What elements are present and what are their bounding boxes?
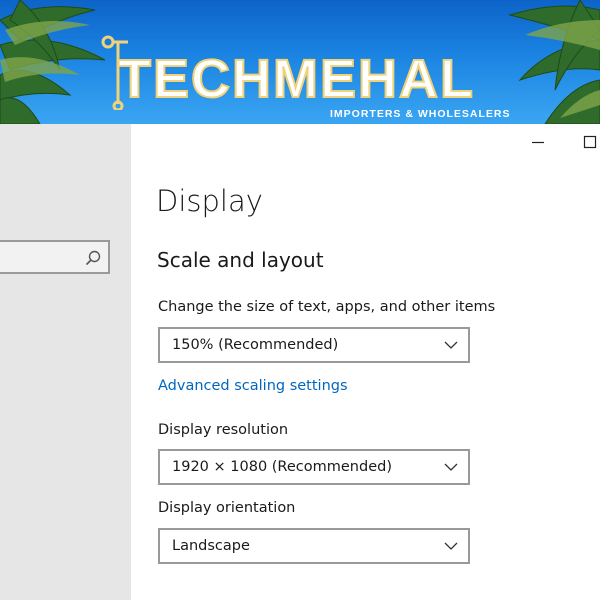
section-title: Scale and layout	[157, 248, 324, 272]
orientation-dropdown-value: Landscape	[172, 538, 250, 554]
orientation-label: Display orientation	[158, 500, 296, 516]
scale-label: Change the size of text, apps, and other…	[158, 299, 496, 315]
brand-banner: TECHMEHAL IMPORTERS & WHOLESALERS	[0, 0, 600, 124]
chevron-down-icon	[444, 341, 458, 349]
brand-logo-text: TECHMEHAL	[117, 49, 475, 109]
brand-tagline: IMPORTERS & WHOLESALERS	[330, 108, 511, 120]
search-input[interactable]	[4, 247, 84, 269]
resolution-dropdown-value: 1920 × 1080 (Recommended)	[172, 459, 392, 475]
screenshot-root: TECHMEHAL IMPORTERS & WHOLESALERS Displa…	[0, 0, 600, 600]
search-icon[interactable]	[84, 249, 102, 267]
resolution-label: Display resolution	[158, 422, 289, 438]
maximize-icon[interactable]	[580, 132, 600, 152]
search-box[interactable]	[0, 240, 110, 274]
scale-dropdown[interactable]: 150% (Recommended)	[158, 327, 470, 363]
resolution-dropdown[interactable]: 1920 × 1080 (Recommended)	[158, 449, 470, 485]
advanced-scaling-link[interactable]: Advanced scaling settings	[158, 378, 348, 394]
page-title: Display	[156, 184, 263, 218]
minimize-icon[interactable]	[528, 132, 548, 152]
orientation-dropdown[interactable]: Landscape	[158, 528, 470, 564]
chevron-down-icon	[444, 542, 458, 550]
scale-dropdown-value: 150% (Recommended)	[172, 337, 339, 353]
settings-content: Display Scale and layout Change the size…	[131, 124, 600, 600]
settings-sidebar	[0, 124, 131, 600]
chevron-down-icon	[444, 463, 458, 471]
